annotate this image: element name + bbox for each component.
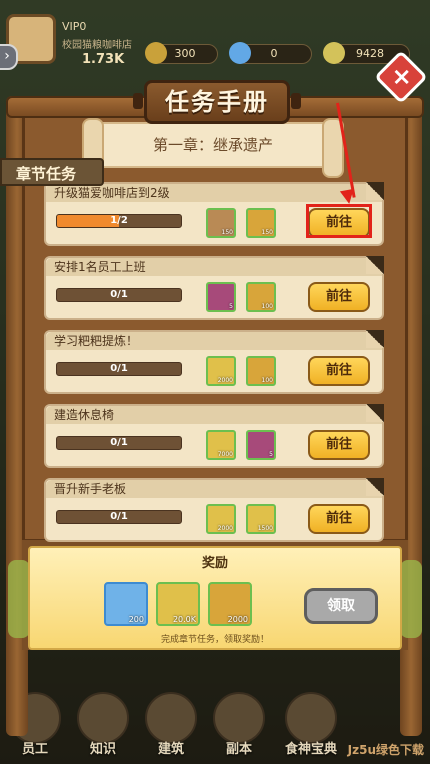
- dungeon-icon: [213, 692, 265, 744]
- coin-icon: [145, 42, 167, 64]
- coin-icon[interactable]: 7000: [206, 430, 236, 460]
- vine-decoration: [400, 560, 422, 638]
- recipe-icon: [285, 692, 337, 744]
- close-icon: ×: [391, 62, 412, 91]
- corner-fold: [366, 330, 384, 348]
- resource-coin[interactable]: 300: [145, 42, 218, 64]
- progress-bar: 0/1: [56, 510, 182, 524]
- shop-name: 校园猫粮咖啡店: [62, 40, 132, 51]
- progress-text: 1/2: [110, 215, 128, 226]
- go-button[interactable]: 前往: [308, 504, 370, 534]
- corner-fold: [366, 182, 384, 200]
- task-name: 安排1名员工上班: [46, 258, 382, 276]
- chest-icon[interactable]: 5: [246, 430, 276, 460]
- progress-text: 0/1: [110, 289, 128, 300]
- book-icon: [77, 692, 129, 744]
- task-name: 建造休息椅: [46, 406, 382, 424]
- progress-bar: 1/2: [56, 214, 182, 228]
- vine-decoration: [8, 560, 30, 638]
- coin-icon[interactable]: 2000: [206, 356, 236, 386]
- diamond-icon[interactable]: 200: [104, 582, 148, 626]
- diamond-icon: [229, 42, 251, 64]
- reward-title: 奖励: [201, 556, 228, 571]
- trophy-icon[interactable]: 150: [246, 208, 276, 238]
- claim-button[interactable]: 领取: [304, 588, 378, 624]
- heart-icon: [323, 42, 345, 64]
- dialog-title: 任务手册: [133, 80, 301, 124]
- corner-fold: [366, 478, 384, 496]
- resource-diamond[interactable]: 0: [229, 42, 312, 64]
- money-amount: 1.73K: [82, 52, 125, 67]
- watermark: Jz5u绿色下载: [347, 743, 424, 757]
- building-icon: [145, 692, 197, 744]
- corner-fold: [366, 256, 384, 274]
- chapter-scroll: 第一章：继承遗产: [82, 118, 344, 178]
- task-card: 安排1名员工上班 0/1 5 100 前往: [44, 256, 384, 320]
- progress-text: 0/1: [110, 437, 128, 448]
- nav-recipe-book[interactable]: 食神宝典: [276, 688, 346, 764]
- poop-icon[interactable]: 150: [206, 208, 236, 238]
- annotation-highlight-box: [306, 204, 372, 238]
- task-name: 学习粑粑提炼！: [46, 332, 382, 350]
- go-button[interactable]: 前往: [308, 356, 370, 386]
- nav-building[interactable]: 建筑: [136, 688, 206, 764]
- top-status-bar: VIP0 校园猫粮咖啡店 1.73K 300 0 9428 ›: [0, 0, 430, 80]
- trophy-icon[interactable]: 100: [246, 282, 276, 312]
- vip-level: VIP0: [62, 20, 87, 33]
- annotation-arrowhead: [339, 188, 357, 206]
- nav-dungeon[interactable]: 副本: [204, 688, 274, 764]
- progress-text: 0/1: [110, 511, 128, 522]
- trophy-icon[interactable]: 100: [246, 356, 276, 386]
- progress-bar: 0/1: [56, 288, 182, 302]
- go-button[interactable]: 前往: [308, 282, 370, 312]
- tab-chapter-tasks[interactable]: 章节任务: [0, 158, 104, 186]
- side-expand-button[interactable]: ›: [0, 44, 18, 70]
- coin-icon[interactable]: 1500: [246, 504, 276, 534]
- task-name: 升级猫爱咖啡店到2级: [46, 184, 382, 202]
- task-card: 建造休息椅 0/1 7000 5 前往: [44, 404, 384, 468]
- go-button[interactable]: 前往: [308, 430, 370, 460]
- coin-icon[interactable]: 2000: [206, 504, 236, 534]
- corner-fold: [366, 404, 384, 422]
- reward-hint: 完成章节任务，领取奖励！: [160, 635, 269, 645]
- trophy-icon[interactable]: 2000: [208, 582, 252, 626]
- chest-icon[interactable]: 5: [206, 282, 236, 312]
- chapter-title: 第一章：继承遗产: [152, 136, 273, 154]
- task-card: 学习粑粑提炼！ 0/1 2000 100 前往: [44, 330, 384, 394]
- reward-banner: 奖励 200 20.0K 2000 领取 完成章节任务，领取奖励！: [28, 546, 402, 650]
- progress-bar: 0/1: [56, 436, 182, 450]
- task-name: 晋升新手老板: [46, 480, 382, 498]
- progress-bar: 0/1: [56, 362, 182, 376]
- nav-knowledge[interactable]: 知识: [68, 688, 138, 764]
- progress-text: 0/1: [110, 363, 128, 374]
- task-card: 晋升新手老板 0/1 2000 1500 前往: [44, 478, 384, 542]
- coin-icon[interactable]: 20.0K: [156, 582, 200, 626]
